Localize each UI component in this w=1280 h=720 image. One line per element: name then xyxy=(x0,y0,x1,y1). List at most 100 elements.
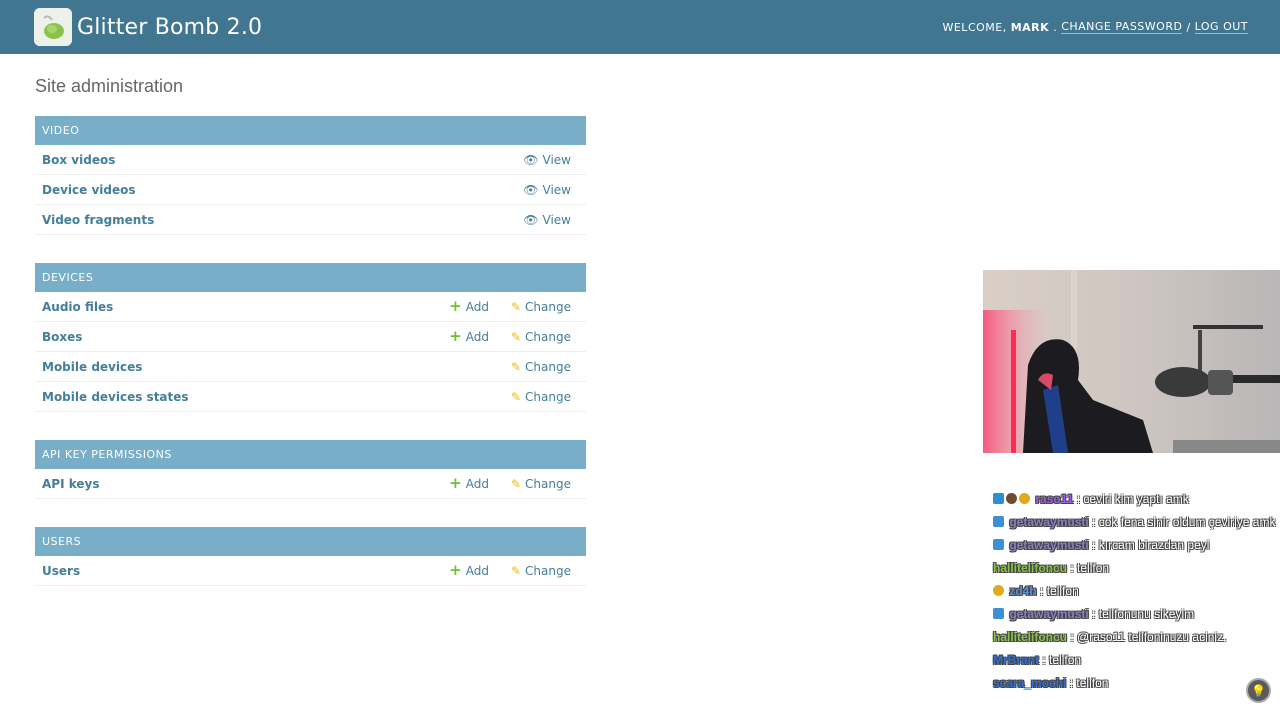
plus-icon: + xyxy=(449,297,462,315)
add-link[interactable]: + Add xyxy=(449,476,489,491)
header-bar: Glitter Bomb 2.0 WELCOME, MARK. CHANGE P… xyxy=(0,0,1280,54)
chat-text: telifon xyxy=(1076,676,1109,690)
add-link[interactable]: + Add xyxy=(449,299,489,314)
model-link-box-videos[interactable]: Box videos xyxy=(42,153,115,167)
add-label: Add xyxy=(465,563,489,578)
chat-separator: : xyxy=(1069,676,1074,690)
chat-message: getawaymusti : telifonunu sikeyim xyxy=(993,605,1280,624)
module-devices: DEVICES Audio files + Add ✎ Change Boxes… xyxy=(35,263,586,412)
chat-overlay: raso11 : ceviri kim yaptı amk getawaymus… xyxy=(993,490,1280,697)
chat-text: telifon xyxy=(1077,561,1110,575)
table-row: Device videos 👁 View xyxy=(35,175,586,205)
chat-text: telifon xyxy=(1046,584,1079,598)
chat-text: telifonunu sikeyim xyxy=(1098,607,1195,621)
plus-icon: + xyxy=(449,327,462,345)
add-label: Add xyxy=(465,476,489,491)
model-link-mobile-devices-states[interactable]: Mobile devices states xyxy=(42,390,189,404)
site-logo-icon[interactable] xyxy=(34,8,72,46)
chat-username[interactable]: MrBrant xyxy=(993,653,1039,667)
row-actions: 👁 View xyxy=(501,183,571,197)
chat-username[interactable]: raso11 xyxy=(1035,492,1073,506)
model-link-audio-files[interactable]: Audio files xyxy=(42,300,113,314)
module-caption[interactable]: API KEY PERMISSIONS xyxy=(35,440,586,469)
chat-separator: : xyxy=(1092,515,1096,529)
page-title: Site administration xyxy=(35,76,184,96)
pencil-icon: ✎ xyxy=(510,476,522,491)
plus-icon: + xyxy=(449,474,462,492)
view-link[interactable]: 👁 View xyxy=(523,153,571,167)
module-users: USERS Users + Add ✎ Change xyxy=(35,527,586,586)
table-row: API keys + Add ✎ Change xyxy=(35,469,586,499)
view-link[interactable]: 👁 View xyxy=(523,183,571,197)
change-link[interactable]: ✎ Change xyxy=(511,390,571,404)
badge-icon xyxy=(1019,493,1030,504)
user-tools-separator: / xyxy=(1186,20,1191,34)
pencil-icon: ✎ xyxy=(510,389,522,404)
view-label: View xyxy=(542,182,571,197)
model-link-boxes[interactable]: Boxes xyxy=(42,330,82,344)
change-label: Change xyxy=(525,563,571,578)
change-label: Change xyxy=(525,329,571,344)
module-caption[interactable]: DEVICES xyxy=(35,263,586,292)
model-link-device-videos[interactable]: Device videos xyxy=(42,183,136,197)
chat-message: raso11 : ceviri kim yaptı amk xyxy=(993,490,1280,509)
badge-icon xyxy=(1006,493,1017,504)
chat-username[interactable]: getawaymusti xyxy=(1009,515,1088,529)
chat-separator: : xyxy=(1092,538,1096,552)
row-actions: 👁 View xyxy=(501,213,571,227)
badge-icon xyxy=(993,608,1004,619)
chat-separator: : xyxy=(1092,607,1096,621)
model-link-users[interactable]: Users xyxy=(42,564,80,578)
table-row: Users + Add ✎ Change xyxy=(35,556,586,586)
change-link[interactable]: ✎ Change xyxy=(511,477,571,491)
logout-link[interactable]: LOG OUT xyxy=(1194,20,1248,34)
module-caption[interactable]: VIDEO xyxy=(35,116,586,145)
pencil-icon: ✎ xyxy=(510,299,522,314)
model-link-video-fragments[interactable]: Video fragments xyxy=(42,213,154,227)
site-name[interactable]: Glitter Bomb 2.0 xyxy=(77,15,262,40)
table-row: Box videos 👁 View xyxy=(35,145,586,175)
model-link-mobile-devices[interactable]: Mobile devices xyxy=(42,360,142,374)
chat-message: hallitelifoncu : telifon xyxy=(993,559,1280,578)
chat-separator: : xyxy=(1070,561,1074,575)
chat-username[interactable]: scara_mochi xyxy=(993,676,1066,690)
chat-username[interactable]: zd4h xyxy=(1009,584,1036,598)
change-link[interactable]: ✎ Change xyxy=(511,330,571,344)
change-label: Change xyxy=(525,359,571,374)
pencil-icon: ✎ xyxy=(510,563,522,578)
chat-username[interactable]: hallitelifoncu xyxy=(993,561,1067,575)
row-actions: 👁 View xyxy=(501,153,571,167)
table-row: Video fragments 👁 View xyxy=(35,205,586,235)
welcome-period: . xyxy=(1053,20,1058,34)
change-link[interactable]: ✎ Change xyxy=(511,564,571,578)
chat-separator: : xyxy=(1070,630,1074,644)
lightbulb-icon[interactable]: 💡 xyxy=(1246,678,1271,703)
change-link[interactable]: ✎ Change xyxy=(511,360,571,374)
eye-icon: 👁 xyxy=(523,212,539,227)
view-label: View xyxy=(542,212,571,227)
row-actions: + Add ✎ Change xyxy=(427,329,571,344)
chat-text: telifon xyxy=(1049,653,1082,667)
row-actions: ✎ Change xyxy=(489,390,571,404)
chat-message: MrBrant : telifon xyxy=(993,651,1280,670)
chat-username[interactable]: hallitelifoncu xyxy=(993,630,1067,644)
add-link[interactable]: + Add xyxy=(449,563,489,578)
plus-icon: + xyxy=(449,561,462,579)
chat-text: cok fena sinir oldum çeviriye amk xyxy=(1098,515,1276,529)
module-video: VIDEO Box videos 👁 View Device videos 👁 … xyxy=(35,116,586,235)
username: MARK xyxy=(1010,20,1050,34)
module-caption[interactable]: USERS xyxy=(35,527,586,556)
row-actions: ✎ Change xyxy=(489,360,571,374)
model-link-api-keys[interactable]: API keys xyxy=(42,477,100,491)
chat-username[interactable]: getawaymusti xyxy=(1009,607,1088,621)
change-password-link[interactable]: CHANGE PASSWORD xyxy=(1061,20,1183,34)
change-link[interactable]: ✎ Change xyxy=(511,300,571,314)
add-label: Add xyxy=(465,299,489,314)
welcome-text: WELCOME, xyxy=(942,20,1007,34)
view-link[interactable]: 👁 View xyxy=(523,213,571,227)
change-label: Change xyxy=(525,389,571,404)
add-link[interactable]: + Add xyxy=(449,329,489,344)
chat-text: kırcam birazdan peyi xyxy=(1098,538,1210,552)
add-label: Add xyxy=(465,329,489,344)
chat-username[interactable]: getawaymusti xyxy=(1009,538,1088,552)
